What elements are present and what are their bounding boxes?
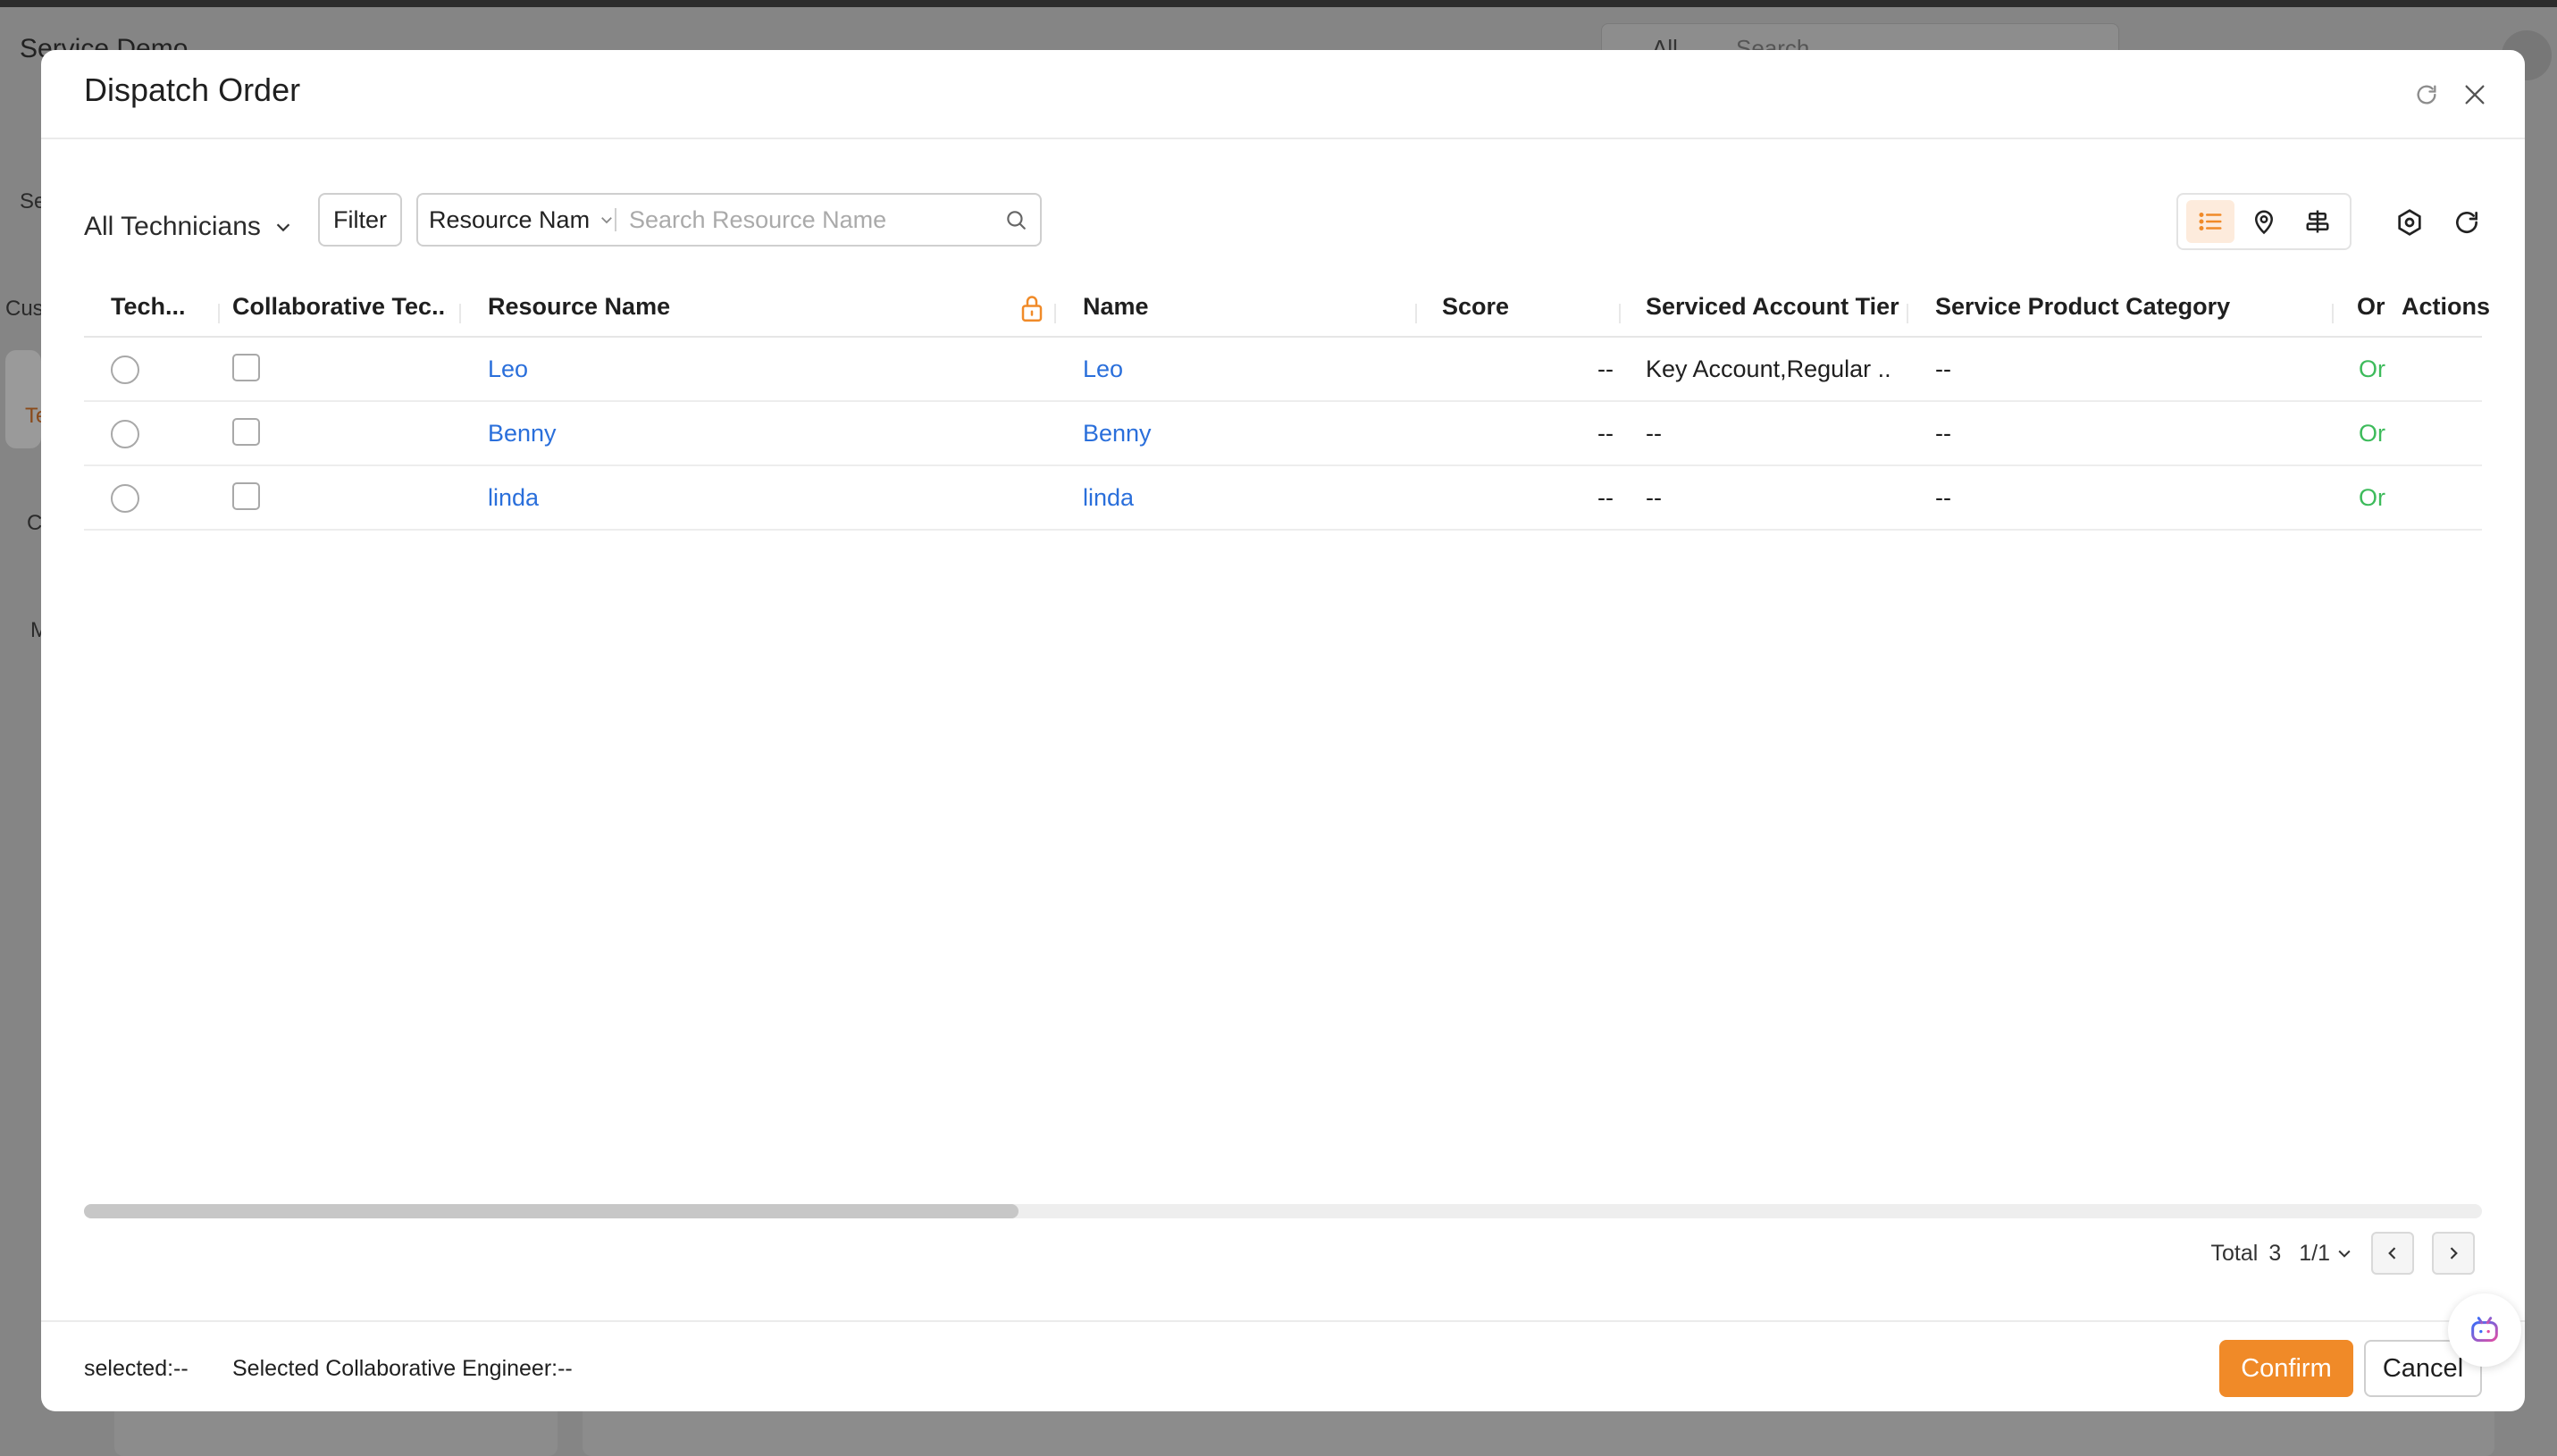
total-value: 3 [2268, 1240, 2282, 1266]
filter-button[interactable]: Filter [318, 193, 402, 247]
category-cell: -- [1935, 484, 1951, 511]
background-side-highlight [5, 350, 41, 448]
selected-collaborative-text: Selected Collaborative Engineer:-- [232, 1356, 573, 1381]
table-row: Benny Benny -- -- -- Or [84, 402, 2482, 466]
column-divider [459, 304, 461, 323]
category-cell: -- [1935, 420, 1951, 447]
background-side-text-4: C [27, 511, 43, 535]
tier-cell: -- [1646, 420, 1662, 447]
search-icon[interactable] [992, 195, 1040, 245]
page-select[interactable]: 1/1 [2299, 1241, 2353, 1267]
chevron-down-icon [2338, 1250, 2351, 1258]
technician-table: Tech... Collaborative Tec... Resource Na… [84, 284, 2490, 531]
collaborative-checkbox[interactable] [232, 482, 260, 510]
gantt-view-icon[interactable] [2293, 200, 2342, 243]
table-row: linda linda -- -- -- Or [84, 466, 2482, 531]
settings-icon[interactable] [2389, 202, 2430, 243]
reload-icon[interactable] [2446, 202, 2487, 243]
view-switcher [2176, 193, 2352, 250]
table-header: Tech... Collaborative Tec... Resource Na… [84, 284, 2490, 338]
column-header-actions: Actions [2402, 293, 2491, 320]
page-indicator: 1/1 [2299, 1240, 2330, 1266]
column-header-resource-name[interactable]: Resource Name [488, 293, 935, 321]
pagination: Total 3 1/1 [2211, 1231, 2475, 1276]
modal-footer: selected:-- Selected Collaborative Engin… [41, 1320, 2525, 1411]
chevron-right-icon [2450, 1247, 2458, 1259]
lock-icon[interactable] [1019, 293, 1045, 328]
map-view-icon[interactable] [2240, 200, 2288, 243]
column-header-technician[interactable]: Tech... [111, 293, 209, 321]
resource-search-group: Resource Nam [416, 193, 1042, 247]
column-header-service-product-category[interactable]: Service Product Category [1935, 293, 2346, 321]
score-cell: -- [1597, 484, 1614, 511]
tier-cell: -- [1646, 484, 1662, 511]
resource-name-link[interactable]: Benny [488, 420, 557, 448]
column-divider [1907, 304, 1908, 323]
tier-cell: Key Account,Regular ... [1646, 356, 1891, 382]
chevron-left-icon [2388, 1247, 2396, 1259]
search-input[interactable] [616, 195, 992, 245]
resource-name-link[interactable]: linda [488, 484, 539, 512]
total-label: Total [2210, 1240, 2259, 1266]
technician-scope-select[interactable]: All Technicians [84, 200, 293, 254]
or-cell: Or [2359, 484, 2385, 511]
search-field-label: Resource Nam [429, 205, 591, 233]
score-cell: -- [1597, 356, 1614, 382]
background-top-strip [0, 0, 2557, 7]
table-row: Leo Leo -- Key Account,Regular ... -- Or [84, 338, 2482, 402]
category-cell: -- [1935, 356, 1951, 382]
name-link[interactable]: linda [1083, 484, 1134, 512]
close-icon[interactable] [2457, 77, 2493, 113]
or-cell: Or [2359, 420, 2385, 447]
column-header-score[interactable]: Score [1442, 293, 1621, 321]
score-cell: -- [1597, 420, 1614, 447]
scrollbar-thumb[interactable] [84, 1204, 1019, 1218]
refresh-icon[interactable] [2409, 77, 2444, 113]
selected-technician-text: selected:-- [84, 1356, 189, 1381]
column-header-serviced-account-tier[interactable]: Serviced Account Tier [1646, 293, 1914, 321]
column-divider [1619, 304, 1621, 323]
search-field-select[interactable]: Resource Nam [418, 195, 615, 245]
column-divider [1415, 304, 1417, 323]
collaborative-checkbox[interactable] [232, 354, 260, 381]
chevron-down-icon [276, 223, 290, 232]
technician-scope-label: All Technicians [84, 212, 261, 241]
name-link[interactable]: Benny [1083, 420, 1152, 448]
technician-radio[interactable] [111, 484, 139, 513]
column-header-name[interactable]: Name [1083, 293, 1404, 321]
dispatch-order-modal: Dispatch Order All Technicians Filter Re… [41, 50, 2525, 1411]
technician-radio[interactable] [111, 356, 139, 384]
column-divider [1054, 304, 1056, 323]
background-side-text-2: Cus [5, 297, 44, 321]
column-header-or[interactable]: Or [2357, 293, 2393, 321]
chevron-down-icon [601, 217, 612, 224]
technician-radio[interactable] [111, 420, 139, 448]
horizontal-scrollbar[interactable] [84, 1204, 2482, 1218]
next-page-button[interactable] [2432, 1232, 2475, 1275]
or-cell: Or [2359, 356, 2385, 382]
list-view-icon[interactable] [2186, 200, 2234, 243]
column-divider [218, 304, 220, 323]
collaborative-checkbox[interactable] [232, 418, 260, 446]
column-divider [2332, 304, 2334, 323]
modal-title: Dispatch Order [84, 71, 301, 108]
modal-header: Dispatch Order [41, 50, 2525, 139]
name-link[interactable]: Leo [1083, 356, 1123, 383]
ai-assistant-icon[interactable] [2448, 1293, 2521, 1367]
column-header-collaborative[interactable]: Collaborative Tec... [232, 293, 447, 321]
resource-name-link[interactable]: Leo [488, 356, 528, 383]
prev-page-button[interactable] [2371, 1232, 2414, 1275]
confirm-button[interactable]: Confirm [2219, 1340, 2353, 1397]
